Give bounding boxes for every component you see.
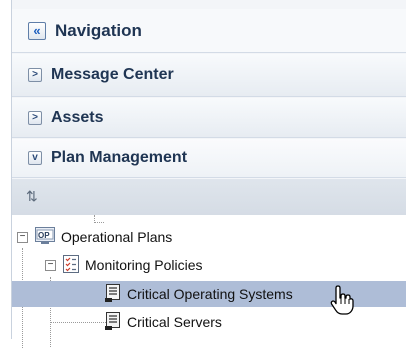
tree-item-label: Operational Plans: [61, 229, 173, 245]
operational-plans-icon: OP: [35, 226, 55, 248]
section-message-center[interactable]: > Message Center: [12, 54, 406, 97]
section-assets[interactable]: > Assets: [12, 98, 406, 138]
refresh-icon[interactable]: ⇅: [26, 188, 38, 205]
section-label: Message Center: [51, 66, 174, 83]
tree-item-label: Critical Servers: [127, 314, 222, 330]
expand-icon[interactable]: >: [28, 110, 42, 125]
tree-item-monitoring-policies[interactable]: − Monitoring Policies: [12, 252, 406, 278]
section-plan-management[interactable]: v Plan Management: [12, 139, 406, 178]
collapse-icon[interactable]: v: [28, 151, 42, 165]
tree-item-label: Critical Operating Systems: [127, 286, 293, 302]
tree-toolbar: ⇅: [12, 179, 406, 215]
navigation-header: « Navigation: [12, 9, 406, 53]
section-label: Plan Management: [51, 149, 188, 166]
expand-icon[interactable]: >: [28, 68, 42, 82]
hand-pointer-cursor-icon: [330, 284, 356, 321]
policy-icon: [105, 311, 121, 333]
collapse-toggle-icon[interactable]: −: [45, 259, 56, 271]
policy-icon: [105, 283, 121, 305]
policy-folder-icon: [63, 254, 79, 276]
navigation-title: Navigation: [55, 20, 142, 40]
tree-item-operational-plans[interactable]: − OP Operational Plans: [12, 224, 406, 250]
collapse-panel-icon[interactable]: «: [28, 21, 46, 40]
svg-text:OP: OP: [38, 231, 50, 240]
section-label: Assets: [51, 108, 104, 126]
tree-item-label: Monitoring Policies: [85, 257, 203, 273]
tree-connector: [94, 222, 104, 223]
collapse-toggle-icon[interactable]: −: [17, 231, 28, 243]
